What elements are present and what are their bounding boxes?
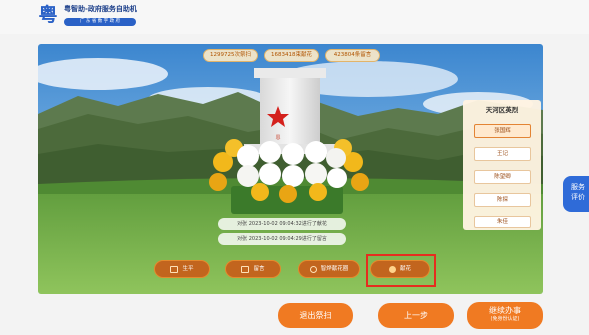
wreath-label: 智烨献花圈 (320, 266, 349, 272)
activity-record: 对张 2023-10-02 09:04:32进行了献花 (218, 218, 346, 230)
message-button[interactable]: 留言 (225, 260, 281, 278)
yue-logo-icon: 粤 (38, 3, 57, 26)
message-label: 留言 (253, 266, 265, 272)
person-icon (309, 265, 317, 273)
flower-count: 1683418束献花 (264, 49, 319, 62)
martyr-list-title: 天河区英烈 (485, 106, 519, 114)
martyr-list-panel: 天河区英烈 张国辉 王记 陈望卿 陈探 朱佳 (463, 100, 541, 230)
biography-label: 生平 (182, 266, 194, 272)
memorial-scene: 恩 1299725次祭扫 1683418束献花 423804条留言 对张 202… (38, 44, 543, 294)
message-icon (241, 265, 250, 273)
activity-record: 对张 2023-10-02 09:04:29进行了留言 (218, 233, 346, 245)
continue-sublabel: (免身份认证) (490, 316, 520, 322)
continue-service-button[interactable]: 继续办事 (免身份认证) (467, 302, 543, 329)
selection-highlight (366, 254, 436, 287)
continue-label: 继续办事 (489, 306, 521, 315)
app-title: 粤智助-政府服务自助机 (64, 5, 137, 13)
exit-memorial-button[interactable]: 退出祭扫 (278, 303, 353, 328)
martyr-item[interactable]: 王记 (474, 147, 531, 161)
visit-count: 1299725次祭扫 (203, 49, 258, 62)
martyr-item[interactable]: 朱佳 (474, 216, 531, 228)
service-rating-line1: 服务 (571, 183, 585, 191)
top-bar: 粤 粤智助-政府服务自助机 广 东 省 数 字 政 府 (0, 0, 589, 34)
svg-text:粤: 粤 (38, 3, 57, 26)
martyr-item[interactable]: 陈望卿 (474, 170, 531, 184)
previous-step-button[interactable]: 上一步 (378, 303, 454, 328)
biography-button[interactable]: 生平 (154, 260, 210, 278)
app-tagline: 广 东 省 数 字 政 府 (64, 18, 136, 26)
martyr-item[interactable]: 张国辉 (474, 124, 531, 138)
message-count: 423804条留言 (325, 49, 380, 62)
document-icon (170, 265, 179, 273)
martyr-item[interactable]: 陈探 (474, 193, 531, 207)
service-rating-tab[interactable]: 服务 评价 (563, 176, 589, 212)
wreath-button[interactable]: 智烨献花圈 (298, 260, 360, 278)
svg-text:恩: 恩 (275, 135, 280, 141)
service-rating-line2: 评价 (571, 193, 585, 201)
